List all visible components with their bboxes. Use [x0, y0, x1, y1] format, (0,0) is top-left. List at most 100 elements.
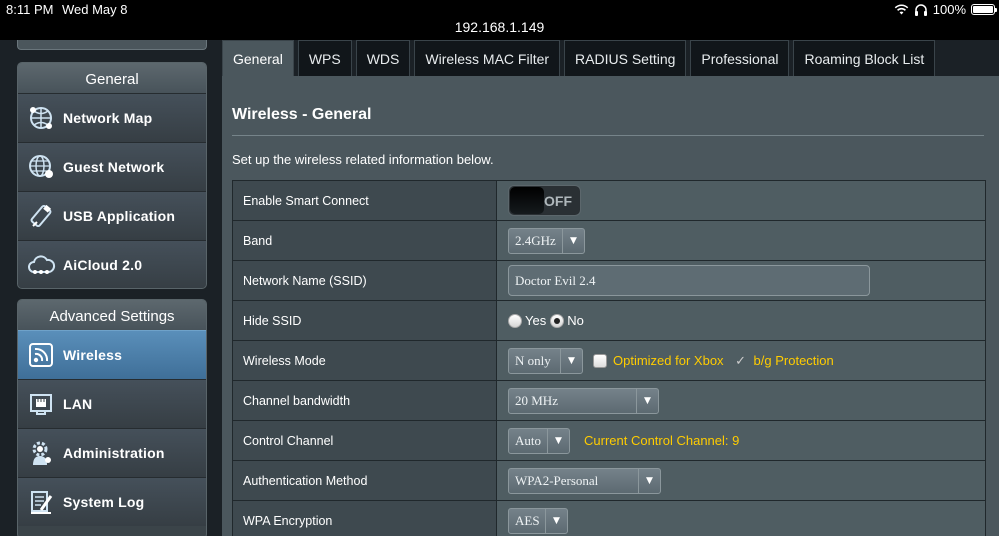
sidebar-item-label: Network Map [63, 110, 153, 126]
hide-ssid-no-radio[interactable]: No [550, 313, 584, 328]
sidebar-item-label: Wireless [63, 347, 123, 363]
channel-bandwidth-select[interactable]: 20 MHz ▼ [508, 387, 659, 414]
sidebar-item-system-log[interactable]: System Log [18, 477, 206, 526]
current-channel-text: Current Control Channel: 9 [584, 433, 740, 448]
xbox-checkbox[interactable] [593, 353, 607, 368]
address-bar[interactable]: 192.168.1.149 [0, 19, 999, 40]
row-band: Band 2.4GHz ▼ [232, 221, 986, 261]
bg-protection-checkbox[interactable]: ✓ [734, 353, 748, 368]
ios-status-bar: 8:11 PM Wed May 8 100% [0, 0, 999, 19]
auth-method-select[interactable]: WPA2-Personal ▼ [508, 467, 661, 494]
row-smart-connect: Enable Smart Connect OFF [232, 181, 986, 221]
field-label: WPA Encryption [232, 501, 496, 536]
row-control-channel: Control Channel Auto ▼ Current Control C… [232, 421, 986, 461]
log-icon [26, 487, 56, 517]
wpa-encryption-select[interactable]: AES ▼ [508, 507, 568, 534]
chevron-down-icon: ▼ [545, 508, 567, 533]
menu-group-advanced: Advanced Settings Wireless LAN Administr… [17, 299, 207, 536]
tab-general[interactable]: General [222, 40, 294, 76]
ssid-input[interactable]: Doctor Evil 2.4 [508, 265, 870, 296]
menu-group-general: General Network Map Guest Network USB Ap… [17, 62, 207, 289]
sidebar-item-label: AiCloud 2.0 [63, 257, 143, 273]
tab-bar: General WPS WDS Wireless MAC Filter RADI… [222, 40, 939, 76]
select-value: AES [515, 512, 540, 528]
select-value: N only [515, 352, 551, 368]
field-label: Hide SSID [232, 301, 496, 340]
network-map-icon [26, 103, 56, 133]
band-select[interactable]: 2.4GHz ▼ [508, 227, 585, 254]
field-label: Channel bandwidth [232, 381, 496, 420]
battery-icon [971, 4, 997, 15]
sidebar-item-administration[interactable]: Administration [18, 428, 206, 477]
row-wpa-encryption: WPA Encryption AES ▼ [232, 501, 986, 536]
xbox-label: Optimized for Xbox [613, 353, 724, 368]
lan-icon [26, 389, 56, 419]
tab-wireless-mac-filter[interactable]: Wireless MAC Filter [414, 40, 561, 76]
toggle-knob [510, 187, 544, 214]
sidebar-item-label: Guest Network [63, 159, 165, 175]
sidebar-item-wireless[interactable]: Wireless [18, 330, 206, 379]
chevron-down-icon: ▼ [638, 468, 660, 493]
field-label: Network Name (SSID) [232, 261, 496, 300]
sidebar-item-network-map[interactable]: Network Map [18, 93, 206, 142]
chevron-down-icon: ▼ [636, 388, 658, 413]
cloud-icon [26, 250, 56, 280]
menu-title-general: General [18, 63, 206, 93]
title-divider [232, 135, 984, 136]
status-time: 8:11 PM [6, 2, 54, 17]
field-label: Control Channel [232, 421, 496, 460]
tab-roaming-block-list[interactable]: Roaming Block List [793, 40, 936, 76]
field-label: Band [232, 221, 496, 260]
radio-label: No [567, 313, 584, 328]
control-channel-select[interactable]: Auto ▼ [508, 427, 570, 454]
toggle-state: OFF [544, 193, 572, 209]
status-right: 100% [894, 2, 997, 17]
sidebar-item-lan[interactable]: LAN [18, 379, 206, 428]
wifi-icon [894, 4, 909, 15]
main-panel: Wireless - General Set up the wireless r… [222, 76, 999, 536]
globe-icon [26, 152, 56, 182]
tab-wps[interactable]: WPS [297, 40, 352, 76]
smart-connect-toggle[interactable]: OFF [508, 185, 581, 216]
wireless-mode-select[interactable]: N only ▼ [508, 347, 583, 374]
router-page: General Network Map Guest Network USB Ap… [0, 40, 999, 536]
sidebar-item-usb-application[interactable]: USB Application [18, 191, 206, 240]
select-value: 20 MHz [515, 392, 558, 408]
tab-wds[interactable]: WDS [355, 40, 411, 76]
sidebar-item-label: System Log [63, 494, 145, 510]
settings-table: Enable Smart Connect OFF Band 2.4GHz ▼ N… [232, 180, 986, 536]
status-date: Wed May 8 [62, 2, 128, 17]
select-value: Auto [515, 432, 541, 448]
chevron-down-icon: ▼ [560, 348, 582, 373]
row-channel-bandwidth: Channel bandwidth 20 MHz ▼ [232, 381, 986, 421]
field-label: Authentication Method [232, 461, 496, 500]
chevron-down-icon: ▼ [547, 428, 569, 453]
sidebar-item-label: Administration [63, 445, 165, 461]
sidebar-item-aicloud[interactable]: AiCloud 2.0 [18, 240, 206, 288]
row-auth-method: Authentication Method WPA2-Personal ▼ [232, 461, 986, 501]
chevron-down-icon: ▼ [562, 228, 584, 253]
sidebar-top-stub [17, 40, 207, 50]
gear-person-icon [26, 438, 56, 468]
select-value: 2.4GHz [515, 232, 556, 248]
menu-title-advanced: Advanced Settings [18, 300, 206, 330]
bg-protection-label: b/g Protection [753, 353, 834, 368]
select-value: WPA2-Personal [515, 472, 599, 488]
wireless-icon [26, 340, 56, 370]
sidebar-item-guest-network[interactable]: Guest Network [18, 142, 206, 191]
battery-level [973, 6, 993, 13]
hide-ssid-yes-radio[interactable]: Yes [508, 313, 546, 328]
usb-icon [26, 201, 56, 231]
row-wireless-mode: Wireless Mode N only ▼ Optimized for Xbo… [232, 341, 986, 381]
radio-dot [550, 313, 565, 328]
sidebar-item-label: LAN [63, 396, 93, 412]
row-ssid: Network Name (SSID) Doctor Evil 2.4 [232, 261, 986, 301]
tab-radius-setting[interactable]: RADIUS Setting [564, 40, 687, 76]
tab-professional[interactable]: Professional [690, 40, 790, 76]
battery-percent: 100% [932, 2, 966, 17]
row-hide-ssid: Hide SSID Yes No [232, 301, 986, 341]
field-label: Wireless Mode [232, 341, 496, 380]
sidebar-item-label: USB Application [63, 208, 176, 224]
page-title: Wireless - General [232, 106, 372, 123]
radio-dot [508, 313, 522, 328]
